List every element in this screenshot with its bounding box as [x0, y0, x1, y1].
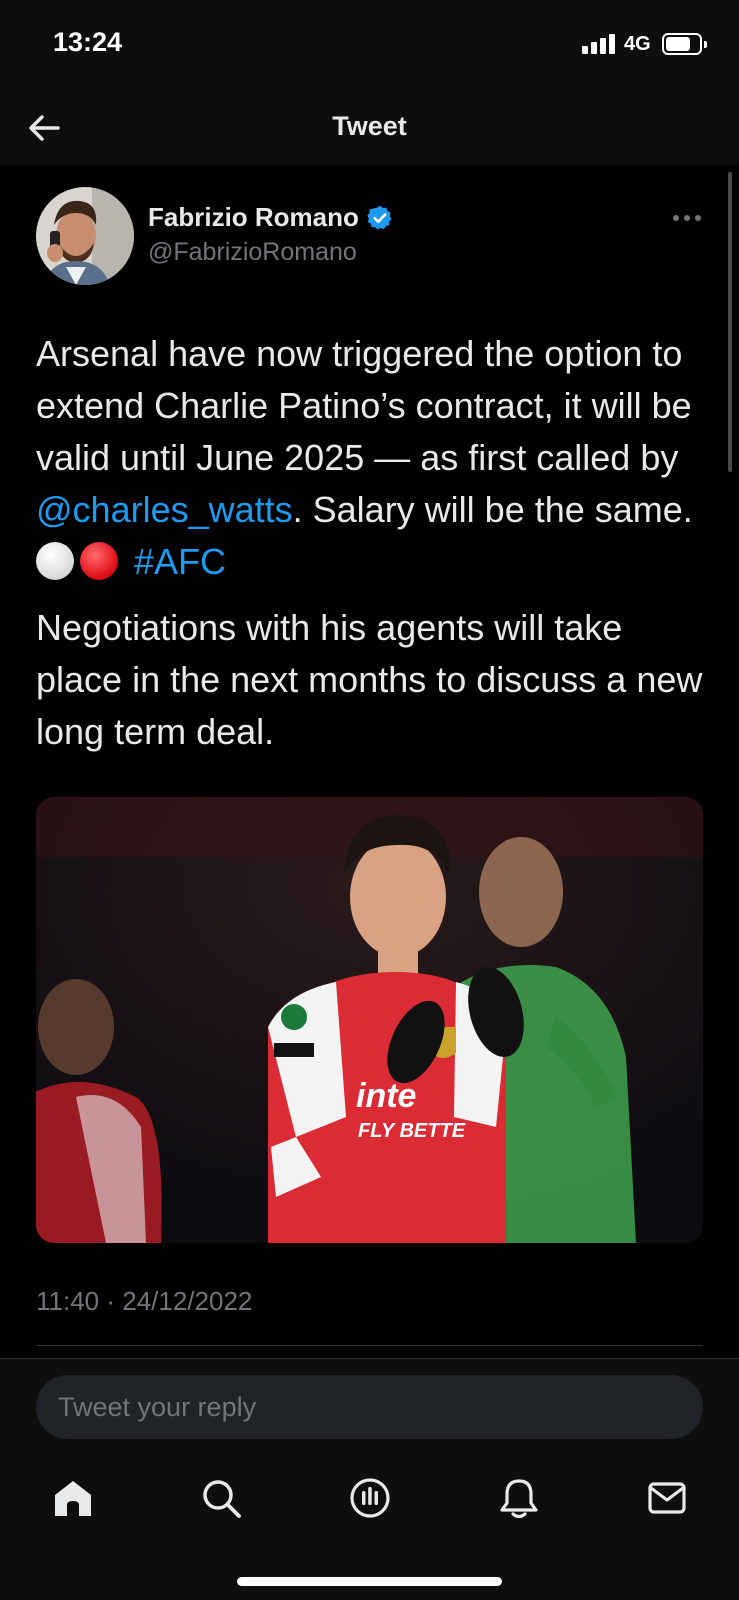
- page-title: Tweet: [332, 111, 407, 141]
- shirt-sponsor-text: inte: [356, 1077, 416, 1115]
- scroll-indicator: [728, 172, 732, 472]
- network-type: 4G: [624, 33, 651, 55]
- cellular-signal-icon: [582, 34, 618, 54]
- avatar[interactable]: [36, 187, 134, 285]
- divider: [36, 1345, 703, 1346]
- author-name-text: Fabrizio Romano: [148, 202, 359, 232]
- messages-icon[interactable]: [645, 1476, 689, 1520]
- tweet-text-segment: Arsenal have now triggered the option to…: [36, 333, 692, 478]
- top-nav: Tweet: [0, 90, 739, 165]
- notifications-icon[interactable]: [497, 1476, 541, 1520]
- shirt-sponsor-text: FLY BETTE: [358, 1120, 466, 1142]
- red-circle-emoji-icon: [80, 542, 118, 580]
- search-icon[interactable]: [199, 1476, 243, 1520]
- battery-icon: [662, 33, 707, 55]
- white-circle-emoji-icon: [36, 542, 74, 580]
- status-bar: 13:24 4G: [0, 0, 739, 90]
- verified-badge-icon: [367, 205, 392, 230]
- home-indicator[interactable]: [237, 1577, 502, 1586]
- tweet-text-segment: . Salary will be the same.: [292, 489, 693, 530]
- author-handle[interactable]: @FabrizioRomano: [148, 238, 357, 267]
- tweet-text: Arsenal have now triggered the option to…: [36, 328, 716, 772]
- home-icon[interactable]: [51, 1476, 95, 1520]
- tweet-photo[interactable]: inte FLY BETTE: [36, 797, 703, 1243]
- tweet-timestamp[interactable]: 11:40 · 24/12/2022: [36, 1286, 252, 1317]
- tweet-paragraph-2: Negotiations with his agents will take p…: [36, 607, 703, 752]
- more-options-icon[interactable]: [672, 214, 702, 222]
- reply-input[interactable]: [36, 1375, 703, 1439]
- bottom-tab-bar: [0, 1460, 739, 1532]
- tweet-paragraph-1: Arsenal have now triggered the option to…: [36, 328, 716, 588]
- tweet-photo-image: inte FLY BETTE: [36, 797, 703, 1243]
- spaces-icon[interactable]: [348, 1476, 392, 1520]
- mention-link[interactable]: @charles_watts: [36, 489, 293, 530]
- status-time: 13:24: [53, 27, 123, 57]
- avatar-image: [36, 187, 134, 285]
- hashtag-link[interactable]: #AFC: [134, 541, 226, 582]
- author-name[interactable]: Fabrizio Romano: [148, 202, 394, 233]
